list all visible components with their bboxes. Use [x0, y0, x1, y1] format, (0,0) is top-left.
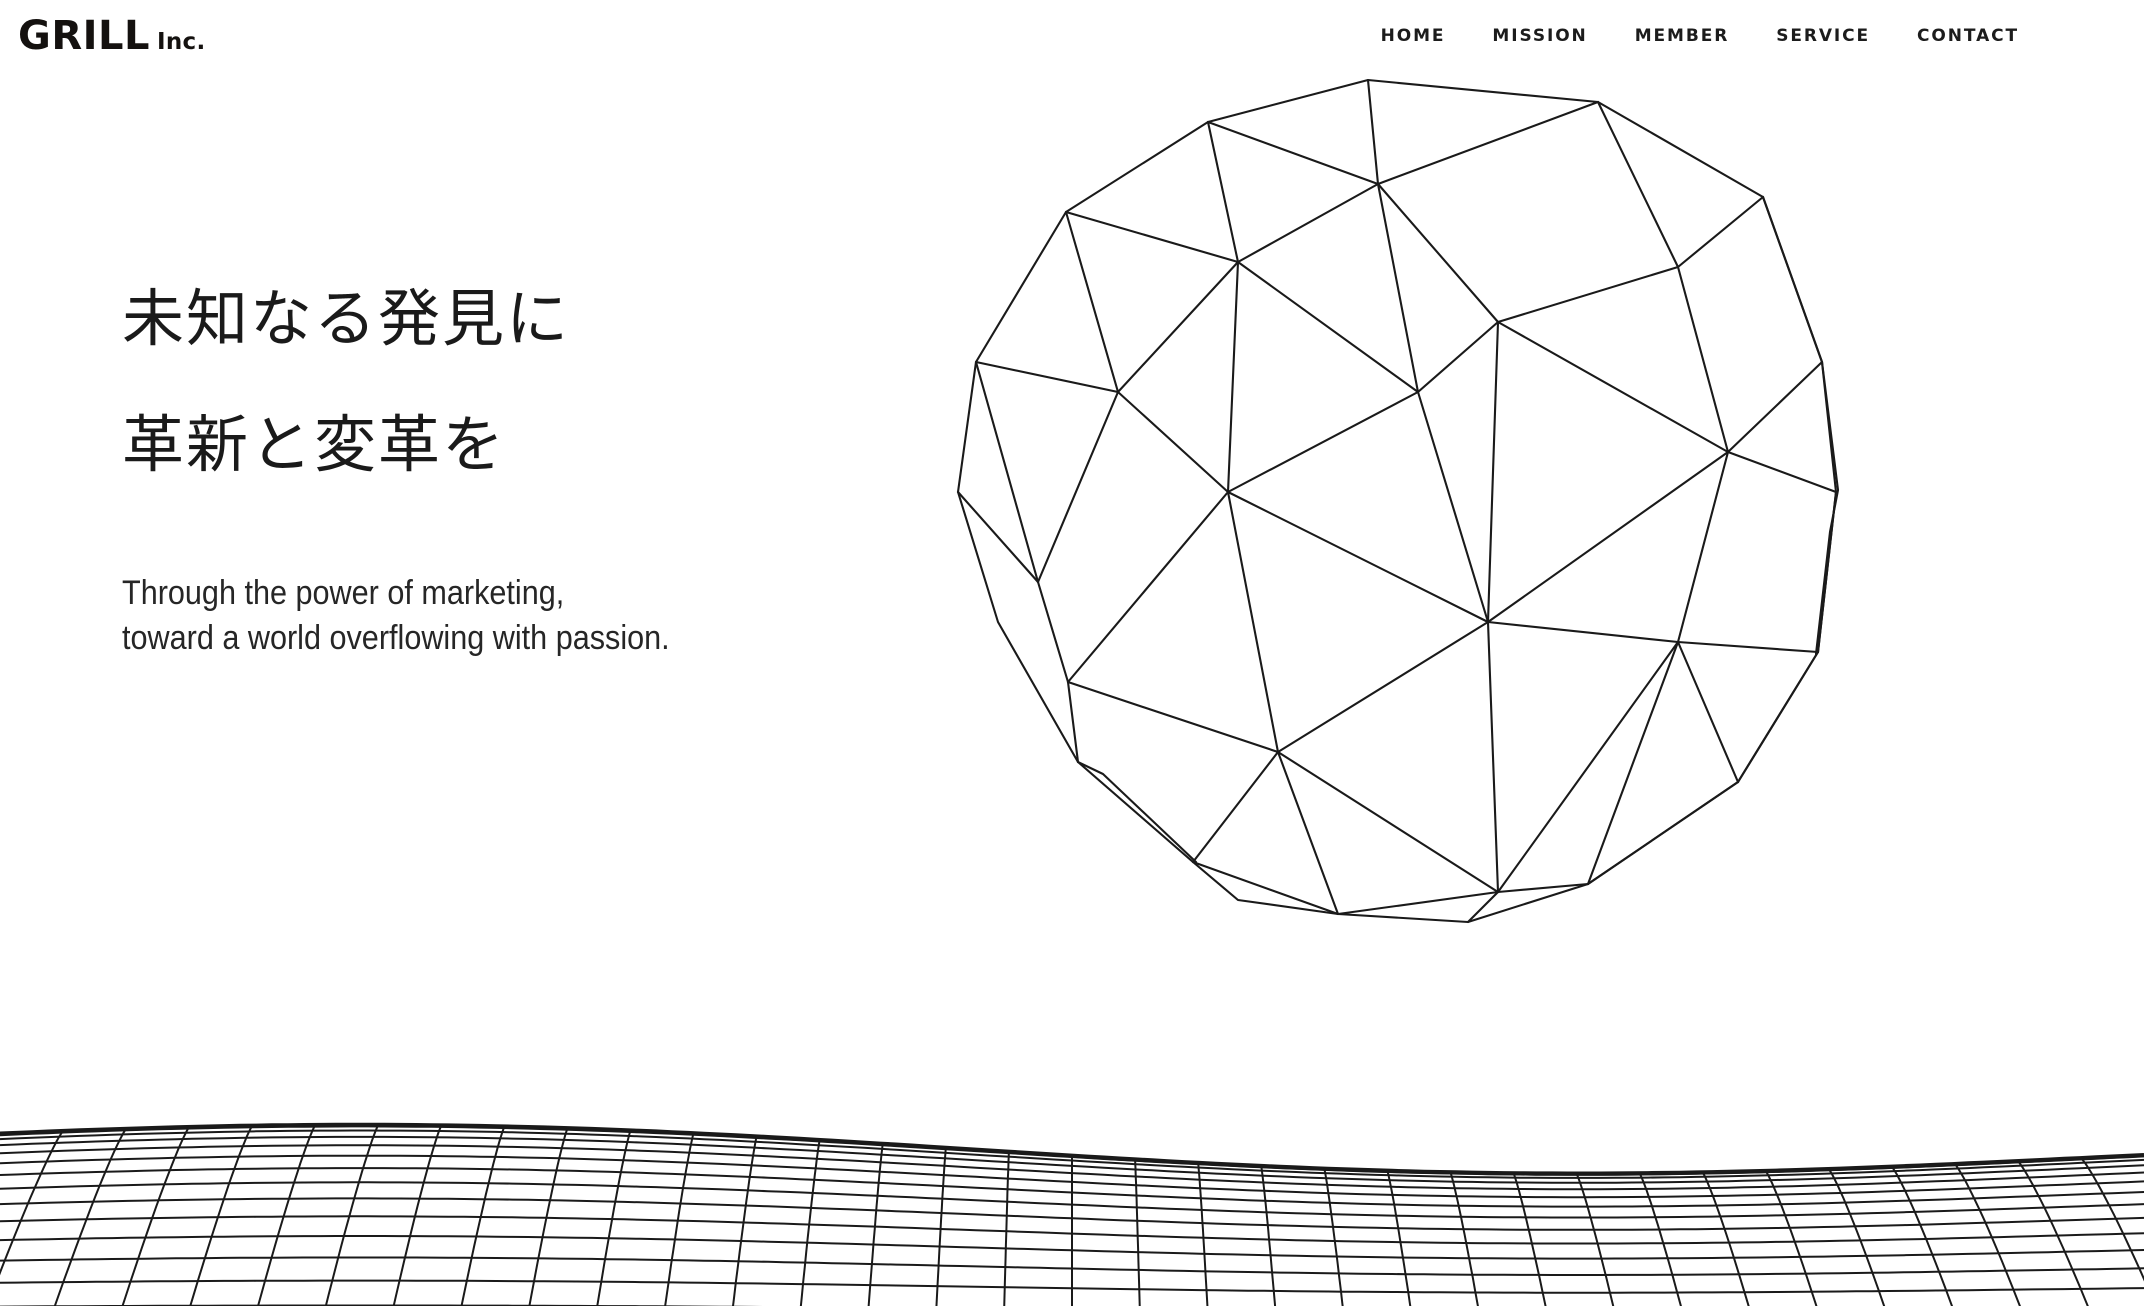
hero-subcopy-line-2: toward a world overflowing with passion. [122, 618, 670, 657]
wave-lateral-line [1134, 1159, 1141, 1306]
brand-name: GRILL [18, 13, 150, 59]
hero-copy: 未知なる発見に 革新と変革を Through the power of mark… [122, 288, 731, 661]
sphere-edges-upper [956, 78, 1765, 584]
nav-item-mission[interactable]: MISSION [1492, 18, 1587, 54]
nav-item-member[interactable]: MEMBER [1635, 18, 1730, 54]
wave-grid-svg [0, 1122, 2144, 1306]
hero-headline-line-2: 革新と変革を [122, 408, 507, 481]
wave-lateral-line [1764, 1170, 1818, 1306]
sphere-svg [956, 78, 1840, 924]
wave-lateral-line [189, 1125, 254, 1306]
wave-lateral-line [2080, 1157, 2144, 1282]
sphere-edges-lower [1191, 620, 1820, 924]
wave-lateral-line [1386, 1170, 1412, 1306]
wave-lateral-line [1954, 1163, 2021, 1306]
wave-lateral-line [0, 1130, 64, 1276]
brand-suffix: Inc. [157, 29, 206, 55]
wave-lateral-line [1701, 1171, 1750, 1306]
wave-lateral-line [1891, 1166, 1954, 1306]
wave-lateral-line [867, 1143, 884, 1306]
wave-lateral-line [1512, 1172, 1547, 1306]
wave-lateral-line [1323, 1168, 1344, 1306]
wave-lateral-line [1638, 1172, 1682, 1306]
nav-item-home[interactable]: HOME [1381, 18, 1446, 54]
wave-lateral-line [1260, 1165, 1277, 1306]
site-header: GRILL Inc. HOME MISSION MEMBER SERVICE C… [0, 0, 2144, 72]
wave-lateral-line [1003, 1151, 1010, 1306]
hero-subcopy-line-1: Through the power of marketing, [122, 574, 565, 612]
wave-lateral-line [1575, 1173, 1615, 1306]
wave-lateral-line [935, 1147, 947, 1306]
perspective-wave-grid [0, 1096, 2144, 1306]
wave-grid-lines [0, 1122, 2144, 1306]
nav-item-service[interactable]: SERVICE [1776, 18, 1870, 54]
wave-lateral-line [1197, 1162, 1209, 1306]
wave-lateral-line [1827, 1168, 1886, 1306]
wave-lateral-line [53, 1128, 127, 1306]
geodesic-wireframe-sphere [938, 62, 1858, 992]
wave-lateral-line [121, 1126, 190, 1306]
main-navigation: HOME MISSION MEMBER SERVICE CONTACT [1381, 18, 2144, 54]
hero-headline-line-1: 未知なる発見に [122, 282, 571, 355]
sphere-edges-middle [1036, 195, 1838, 784]
wave-lateral-line [799, 1139, 821, 1306]
nav-item-contact[interactable]: CONTACT [1917, 18, 2019, 54]
brand-logo[interactable]: GRILL Inc. [18, 16, 206, 56]
hero-subcopy: Through the power of marketing, toward a… [122, 571, 731, 661]
wave-lateral-line [1449, 1172, 1479, 1306]
